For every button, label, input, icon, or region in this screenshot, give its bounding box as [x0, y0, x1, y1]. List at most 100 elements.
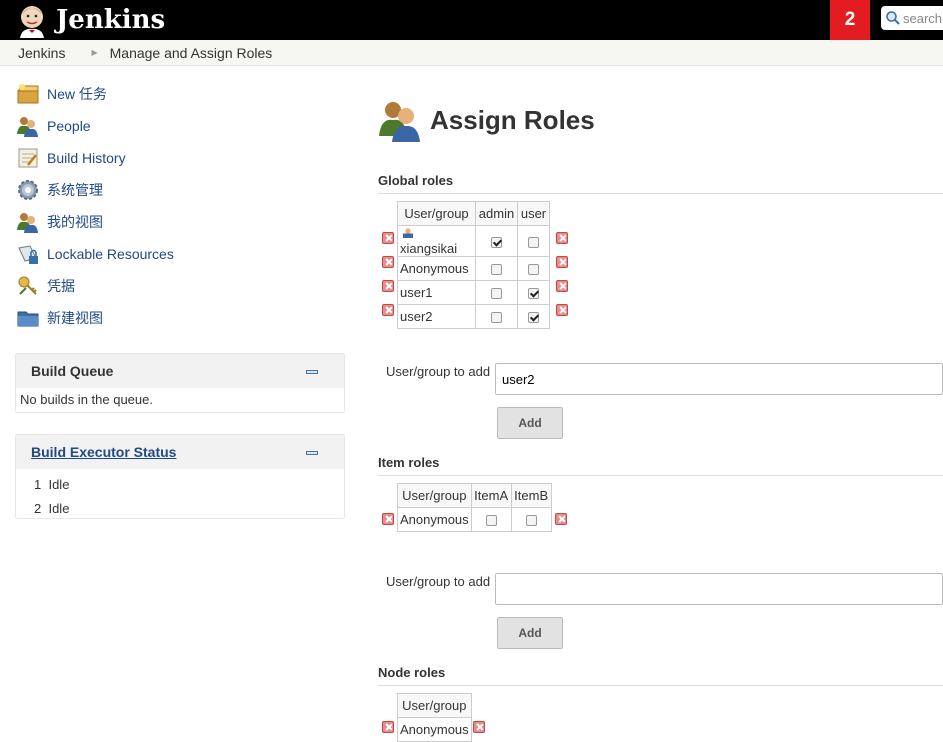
top-header: Jenkins 2 search [0, 0, 943, 40]
item-add-button[interactable]: Add [497, 617, 563, 649]
checkbox-cell[interactable] [475, 256, 518, 281]
table-row: user2 [397, 304, 550, 329]
user-icon [403, 228, 413, 238]
delete-row-icon[interactable] [556, 256, 568, 268]
user-cell: Anonymous [397, 256, 476, 281]
user-cell: Anonymous [397, 507, 472, 532]
notification-badge[interactable]: 2 [830, 0, 870, 40]
user-cell: user1 [397, 280, 476, 305]
item-roles-title: Item roles [378, 455, 943, 476]
checkbox-cell[interactable] [517, 256, 550, 281]
jenkins-logo[interactable]: Jenkins [14, 2, 165, 38]
column-header: User/group [397, 201, 476, 226]
table-header-row: User/group admin user [397, 201, 550, 226]
people-icon [16, 114, 40, 138]
credentials-icon [16, 274, 40, 298]
global-user-input[interactable]: user2 [495, 363, 943, 395]
build-queue-title: Build Queue [31, 363, 114, 379]
executor-status: Idle [48, 501, 70, 516]
role-checkbox[interactable] [528, 312, 539, 324]
checkbox-cell[interactable] [517, 225, 550, 257]
executor-header: Build Executor Status [16, 435, 344, 469]
task-people[interactable]: People [16, 113, 91, 139]
task-lockable-resources[interactable]: Lockable Resources [16, 241, 174, 267]
delete-row-icon[interactable] [556, 232, 568, 244]
column-header: ItemB [510, 483, 552, 508]
node-roles-title: Node roles [378, 665, 943, 686]
executor-pane: Build Executor Status 1 Idle 2 Idle [15, 434, 345, 519]
delete-row-icon[interactable] [382, 513, 394, 525]
assign-roles-icon [379, 102, 420, 142]
role-checkbox[interactable] [491, 312, 502, 324]
collapse-icon[interactable] [306, 451, 318, 455]
delete-row-icon[interactable] [555, 513, 567, 525]
role-checkbox[interactable] [525, 515, 537, 527]
task-label: 新建视图 [47, 310, 103, 326]
role-checkbox[interactable] [485, 515, 497, 527]
breadcrumb: Jenkins ▶ Manage and Assign Roles [0, 40, 943, 66]
task-new-view[interactable]: 新建视图 [16, 305, 103, 331]
delete-row-icon[interactable] [556, 280, 568, 292]
executor-row: 1 Idle [34, 473, 344, 497]
people-icon [16, 210, 40, 234]
breadcrumb-manage-roles[interactable]: Manage and Assign Roles [110, 45, 273, 61]
table-header-row: User/group ItemA ItemB [397, 483, 552, 508]
checkbox-cell[interactable] [517, 304, 550, 329]
role-checkbox[interactable] [491, 264, 502, 276]
checkbox-cell[interactable] [475, 304, 518, 329]
task-label: New 任务 [47, 86, 107, 102]
task-label: People [47, 118, 91, 134]
table-row: user1 [397, 280, 550, 305]
item-roles-table: User/group ItemA ItemB Anonymous [397, 483, 552, 532]
task-manage-jenkins[interactable]: 系统管理 [16, 177, 103, 203]
delete-row-icon[interactable] [382, 280, 394, 292]
task-my-views[interactable]: 我的视图 [16, 209, 103, 235]
table-header-row: User/group [397, 693, 472, 718]
checkbox-cell[interactable] [475, 225, 518, 257]
breadcrumb-jenkins[interactable]: Jenkins [18, 45, 65, 61]
executor-title-link[interactable]: Build Executor Status [31, 444, 176, 460]
checkbox-cell[interactable] [470, 507, 512, 532]
task-label: Build History [47, 150, 126, 166]
user-cell: xiangsikai [397, 225, 476, 257]
task-new-item[interactable]: New 任务 [16, 81, 107, 107]
column-header: user [517, 201, 550, 226]
task-build-history[interactable]: Build History [16, 145, 126, 171]
global-roles-table: User/group admin user xiangsikai Anonymo… [397, 201, 550, 329]
global-add-button[interactable]: Add [497, 407, 563, 439]
search-placeholder: search [903, 10, 943, 26]
checkbox-cell[interactable] [517, 280, 550, 305]
role-checkbox[interactable] [491, 288, 502, 300]
role-checkbox[interactable] [528, 288, 539, 300]
task-credentials[interactable]: 凭据 [16, 273, 75, 299]
column-header: ItemA [470, 483, 512, 508]
breadcrumb-arrow-icon[interactable]: ▶ [91, 48, 97, 57]
gear-icon [16, 178, 40, 202]
task-label: 我的视图 [47, 214, 103, 230]
delete-row-icon[interactable] [473, 721, 485, 733]
build-history-icon [16, 146, 40, 170]
delete-row-icon[interactable] [382, 304, 394, 316]
table-row: xiangsikai [397, 225, 550, 257]
delete-row-icon[interactable] [382, 256, 394, 268]
checkbox-cell[interactable] [475, 280, 518, 305]
column-header: admin [475, 201, 518, 226]
folder-icon [16, 306, 40, 330]
delete-row-icon[interactable] [556, 304, 568, 316]
collapse-icon[interactable] [306, 370, 318, 374]
role-checkbox[interactable] [528, 264, 539, 276]
item-user-input[interactable] [495, 573, 943, 605]
logo-text: Jenkins [56, 5, 166, 35]
lockable-icon [16, 242, 40, 266]
delete-row-icon[interactable] [382, 721, 394, 733]
search-input[interactable]: search [881, 6, 943, 30]
role-checkbox[interactable] [528, 236, 539, 248]
column-header: User/group [397, 693, 472, 718]
user-cell: user2 [397, 304, 476, 329]
task-label: 凭据 [47, 278, 75, 294]
checkbox-cell[interactable] [510, 507, 552, 532]
role-checkbox[interactable] [491, 236, 502, 248]
delete-row-icon[interactable] [382, 232, 394, 244]
add-user-label: User/group to add [386, 364, 491, 379]
node-roles-table: User/group Anonymous [397, 693, 472, 742]
